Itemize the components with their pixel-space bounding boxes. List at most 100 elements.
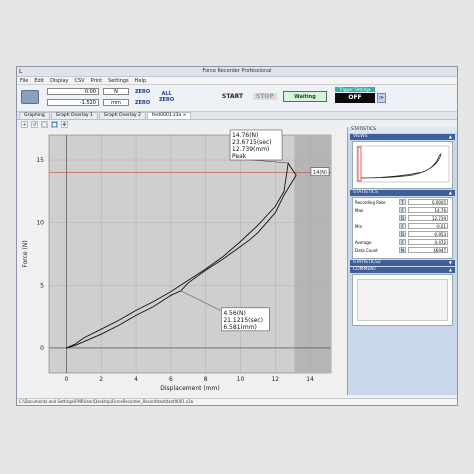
title-bar: L Force Recorder Professional [17,67,457,77]
all-zero-button[interactable]: ALL ZERO [159,91,174,103]
stat-value: 0.0005 [408,199,448,205]
x-tick-label: 10 [237,376,245,383]
stat-label: Recording Rate [355,200,386,205]
stat-row: Data Count N 46947 [353,247,452,254]
collapse-icon[interactable]: ▲ [449,190,452,196]
trigger-settings-label: Trigger Settings [335,87,375,92]
x-tick-label: 4 [134,376,138,383]
threshold-label: 14(N) [313,170,327,176]
all-zero-line2: ZERO [159,97,175,103]
x-tick-label: 6 [169,376,173,383]
stat-value: 14.76 [408,207,448,213]
stat-label: Average [355,240,372,245]
y-tick-label: 15 [36,157,44,164]
status-bar: C:\Documents and Settings\FMRUser\Deskto… [17,398,457,405]
trigger-value-display[interactable]: OFF [335,93,375,103]
expand-icon[interactable]: ▼ [449,260,452,266]
statistics-table: Recording Rate T 0.0005 Max F 14.76 D 12.739 … [352,197,453,259]
stat-row: Recording Rate T 0.0005 [353,199,452,206]
stat-row: D -0.953 [353,231,452,238]
stat-chip: F [399,223,406,229]
views-section-header[interactable]: VIEWS ▲ [350,134,455,140]
overview-thumbnail[interactable] [352,141,453,189]
menu-edit[interactable]: Edit [34,78,44,84]
menu-print[interactable]: Print [91,78,103,84]
menu-bar: File Edit Display CSV Print Settings Hel… [17,77,457,85]
force-unit-select[interactable]: N [103,88,129,95]
views-label: VIEWS [353,134,368,139]
x-tick-label: 12 [271,376,279,383]
stat-chip: D [399,215,406,221]
comment-label: COMMENT [353,267,377,272]
statistics2-label: STATISTICS2 [353,260,381,265]
statistics-label: STATISTICS [353,190,378,195]
displacement-unit-select[interactable]: mm [103,99,129,106]
tab-bar: Graphing Graph Overlay 1 Graph Overlay 2… [17,112,457,120]
force-readout: 0.00 [47,88,99,95]
stat-row: Average F 4.472 [353,239,452,246]
menu-csv[interactable]: CSV [75,78,85,84]
trigger-expand-button[interactable]: ≫ [377,93,386,103]
annotation-text: 12.739(mm) [232,146,269,153]
comment-box[interactable] [352,274,453,326]
displacement-readout: -1.520 [47,99,99,106]
zero-force-button[interactable]: ZERO [135,89,150,95]
menu-display[interactable]: Display [50,78,68,84]
stat-label: Data Count [355,248,378,253]
menu-file[interactable]: File [20,78,28,84]
start-button[interactable]: START [222,93,243,100]
collapse-icon[interactable]: ▲ [449,134,452,140]
tab-file[interactable]: fest0001.z3a × [146,112,192,119]
annotation-text: 21.1215(sec) [223,317,263,324]
statistics-section-header[interactable]: STATISTICS ▲ [350,190,455,196]
plot-area [48,134,332,374]
statistics-panel-header: STATISTICS [348,127,457,133]
stat-label: Min [355,224,363,229]
stat-row: Max F 14.76 [353,207,452,214]
stat-value: -0.953 [408,231,448,237]
stat-chip: N [399,247,406,253]
y-tick-label: 10 [36,220,44,227]
stat-chip: F [399,207,406,213]
overview-svg [356,145,450,183]
menu-help[interactable]: Help [135,78,146,84]
tab-graph-overlay-1[interactable]: Graph Overlay 1 [50,112,98,119]
tab-graph-overlay-2[interactable]: Graph Overlay 2 [98,112,146,119]
camera-icon[interactable] [21,90,39,104]
waiting-status-button[interactable]: Waiting [283,91,327,102]
y-axis-label: Force (N) [22,240,29,267]
force-chart[interactable]: 0 2 4 6 8 10 12 14 0 5 10 15 14(N) Displacement (mm) F… [17,127,347,395]
zero-displacement-button[interactable]: ZERO [135,100,150,106]
stat-row: Min F -0.01 [353,223,452,230]
toolbar: 0.00 N ZERO -1.520 mm ZERO ALL ZERO STAR… [17,85,457,112]
menu-settings[interactable]: Settings [108,78,129,84]
y-tick-label: 0 [40,345,44,352]
comment-textarea[interactable] [357,279,448,321]
window-title: Force Recorder Professional [202,68,272,74]
stat-chip: D [399,231,406,237]
stat-value: 46947 [408,247,448,253]
statistics-panel: STATISTICS VIEWS ▲ STATISTICS ▲ Recording … [347,127,457,395]
stat-value: 4.472 [408,239,448,245]
stop-button[interactable]: STOP [253,93,277,100]
stat-value: -0.01 [408,223,448,229]
x-tick-label: 14 [306,376,314,383]
app-window: L Force Recorder Professional File Edit … [16,66,458,406]
x-axis-label: Displacement (mm) [160,385,220,392]
x-tick-label: 8 [204,376,208,383]
stat-label: Max [355,208,364,213]
statistics2-section-header[interactable]: STATISTICS2 ▼ [350,260,455,266]
collapse-icon[interactable]: ▲ [449,267,452,273]
stat-chip: F [399,239,406,245]
annotation-text: 4.56(N) [223,310,246,317]
annotation-text: Peak [232,153,247,160]
annotation-text: 23.6715(sec) [232,139,272,146]
comment-section-header[interactable]: COMMENT ▲ [350,267,455,273]
y-tick-label: 5 [40,282,44,289]
x-tick-label: 2 [99,376,103,383]
tab-graphing[interactable]: Graphing [19,112,50,119]
annotation-text: 6.581(mm) [223,324,257,331]
stat-row: D 12.739 [353,215,452,222]
x-tick-label: 0 [64,376,68,383]
stat-chip: T [399,199,406,205]
